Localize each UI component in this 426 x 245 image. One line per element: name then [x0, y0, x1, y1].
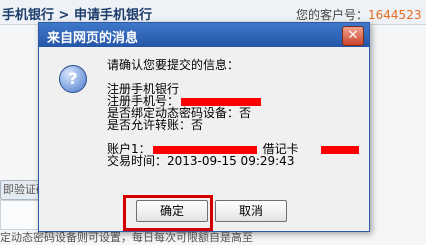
customer-label: 您的客户号： [296, 8, 369, 22]
ok-highlight-box [123, 195, 213, 231]
page-title: 手机银行 > 申请手机银行 [2, 8, 152, 23]
redaction-phone [181, 97, 262, 106]
message-line-time: 交易时间：2013-09-15 09:29:43 [107, 154, 295, 168]
redaction-card [320, 145, 359, 154]
confirm-dialog: 来自网页的消息 ✕ ? 请确认您要提交的信息： 注册手机银行 注册手机号： 是否… [38, 22, 370, 232]
cancel-button[interactable]: 取消 [215, 200, 287, 222]
redaction-account [152, 145, 257, 154]
customer-number-value: 1644523 [368, 8, 422, 22]
message-line-confirm: 请确认您要提交的信息： [107, 58, 240, 72]
customer-number: 您的客户号：1644523 [296, 6, 421, 23]
dialog-message: 请确认您要提交的信息： 注册手机银行 注册手机号： 是否绑定动态密码设备：否 是… [107, 58, 359, 168]
dialog-title: 来自网页的消息 [47, 31, 139, 46]
dialog-titlebar[interactable]: 来自网页的消息 ✕ [39, 23, 369, 47]
close-icon[interactable]: ✕ [342, 26, 364, 46]
question-icon: ? [59, 65, 87, 93]
message-line-transfer: 是否允许转账：否 [107, 118, 204, 132]
